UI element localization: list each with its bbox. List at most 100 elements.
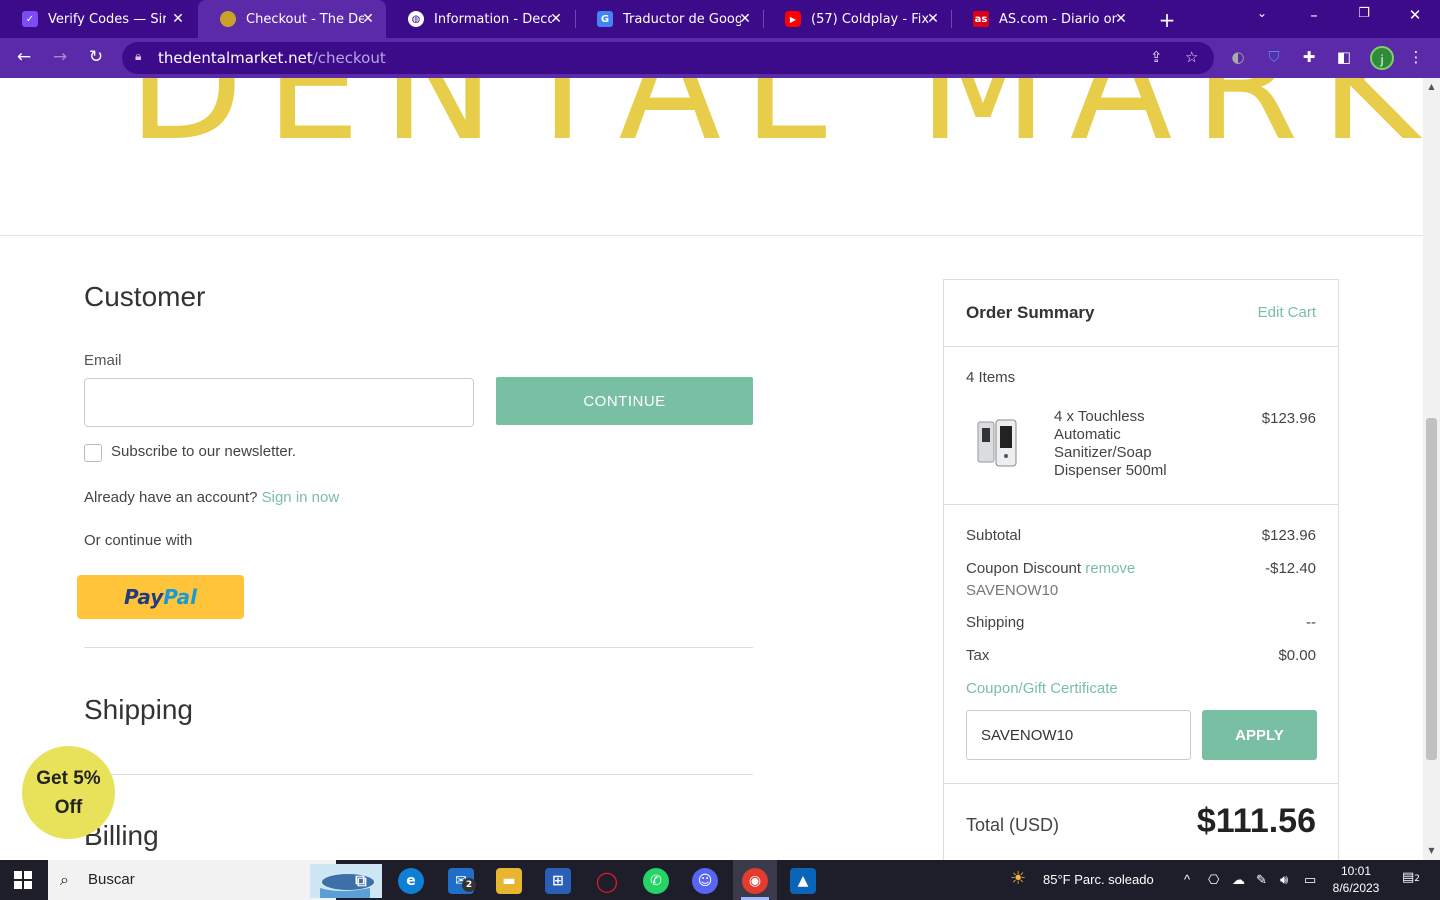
- weather-sun-icon[interactable]: ☀: [1010, 868, 1026, 889]
- promo-badge[interactable]: Get 5% Off: [22, 746, 115, 839]
- items-count: 4 Items: [966, 369, 1016, 386]
- tab-title: AS.com - Diario online: [999, 11, 1117, 27]
- onedrive-cloud-icon[interactable]: ☁: [1232, 872, 1245, 888]
- scroll-up-arrow-icon[interactable]: ▲: [1426, 82, 1437, 91]
- task-view-icon[interactable]: ⧉: [348, 868, 374, 894]
- close-icon[interactable]: ✕: [170, 11, 186, 27]
- google-translate-icon: G: [597, 11, 613, 27]
- tax-value: $0.00: [1278, 647, 1316, 664]
- notifications-icon[interactable]: ▤2: [1402, 870, 1420, 888]
- scroll-down-arrow-icon[interactable]: ▼: [1426, 846, 1437, 855]
- dental-market-favicon: [220, 11, 236, 27]
- order-summary: Order Summary Edit Cart 4 Items 4 x Touc…: [943, 279, 1339, 860]
- menu-kebab-icon[interactable]: ⋮: [1406, 48, 1426, 68]
- shipping-value: --: [1306, 614, 1316, 631]
- section-divider: [84, 647, 753, 648]
- windows-taskbar: ⌕ Buscar ⧉ e ✉ 2 ▬ ⊞ ◯ ✆ ☺ ◉ ▲ ☀ 85°F Pa…: [0, 860, 1440, 900]
- address-bar[interactable]: 🔒︎ thedentalmarket.net/checkout ⇪ ☆: [122, 42, 1214, 74]
- page-scrollbar[interactable]: ▲ ▼: [1423, 78, 1440, 860]
- photos-app-icon[interactable]: ▲: [790, 868, 816, 894]
- shield-extension-icon[interactable]: ⛉: [1264, 48, 1284, 68]
- item-name: 4 x Touchless Automatic Sanitizer/Soap D…: [1054, 408, 1167, 479]
- clock-time: 10:01: [1340, 864, 1372, 878]
- opera-browser-icon[interactable]: ◯: [594, 868, 620, 894]
- edge-browser-icon[interactable]: e: [398, 868, 424, 894]
- back-arrow-icon[interactable]: ←: [13, 47, 35, 67]
- forward-arrow-icon[interactable]: →: [49, 47, 71, 67]
- close-window-icon[interactable]: ✕: [1405, 6, 1425, 24]
- reload-icon[interactable]: ↻: [85, 47, 107, 67]
- coupon-gift-certificate-link[interactable]: Coupon/Gift Certificate: [966, 680, 1118, 697]
- url-text[interactable]: thedentalmarket.net/checkout: [158, 49, 386, 67]
- subtotal-value: $123.96: [1261, 527, 1316, 544]
- tab-youtube[interactable]: ▶ (57) Coldplay - Fix You ✕: [763, 0, 951, 38]
- item-price: $123.96: [1261, 410, 1316, 427]
- tray-device-icon[interactable]: ⎔: [1208, 872, 1219, 888]
- total-label: Total (USD): [966, 815, 1060, 835]
- search-placeholder: Buscar: [88, 871, 135, 888]
- microsoft-store-icon[interactable]: ⊞: [545, 868, 571, 894]
- customer-title: Customer: [84, 281, 206, 312]
- file-explorer-icon[interactable]: ▬: [496, 868, 522, 894]
- whatsapp-icon[interactable]: ✆: [643, 868, 669, 894]
- network-icon[interactable]: ▭: [1304, 872, 1316, 888]
- system-clock[interactable]: 10:01 8/6/2023: [1328, 863, 1384, 897]
- share-icon[interactable]: ⇪: [1150, 48, 1163, 66]
- bookmark-star-icon[interactable]: ☆: [1185, 48, 1198, 66]
- as-com-icon: as: [973, 11, 989, 27]
- promo-line-2: Off: [54, 797, 83, 818]
- discord-icon[interactable]: ☺: [692, 868, 718, 894]
- continue-button[interactable]: CONTINUE: [496, 377, 753, 425]
- minimize-icon[interactable]: –: [1304, 6, 1324, 24]
- clock-date: 8/6/2023: [1332, 881, 1380, 895]
- windows-start-icon[interactable]: [14, 871, 32, 889]
- extensions-puzzle-icon[interactable]: ✚: [1299, 48, 1319, 68]
- restore-icon[interactable]: ❐: [1354, 6, 1374, 21]
- shipping-label: Shipping: [966, 614, 1025, 631]
- close-icon[interactable]: ✕: [548, 11, 564, 27]
- discount-label-text: Coupon Discount: [966, 560, 1082, 577]
- lock-icon[interactable]: 🔒︎: [135, 49, 141, 64]
- remove-coupon-link[interactable]: remove: [1085, 560, 1135, 577]
- site-logo[interactable]: DENTAL MARKET: [128, 78, 1440, 174]
- apply-coupon-button[interactable]: APPLY: [1202, 710, 1317, 760]
- newsletter-label[interactable]: Subscribe to our newsletter.: [111, 443, 296, 460]
- scrollbar-thumb[interactable]: [1426, 418, 1437, 760]
- tab-as-com[interactable]: as AS.com - Diario online ✕: [951, 0, 1139, 38]
- tab-checkout[interactable]: Checkout - The Dental Market ✕: [198, 0, 386, 38]
- coupon-discount-label: Coupon Discount remove: [966, 560, 1135, 577]
- close-icon[interactable]: ✕: [737, 11, 753, 27]
- new-tab-button[interactable]: +: [1156, 8, 1178, 32]
- volume-icon[interactable]: 🔊︎: [1280, 872, 1288, 888]
- newsletter-checkbox[interactable]: [84, 444, 102, 462]
- tab-google-translate[interactable]: G Traductor de Google ✕: [575, 0, 763, 38]
- tab-verify-codes[interactable]: ✓ Verify Codes — SimplyCodes ✕: [0, 0, 196, 38]
- extension-orb-icon[interactable]: ◐: [1228, 48, 1248, 68]
- chrome-browser-icon[interactable]: ◉: [742, 868, 768, 894]
- edit-cart-link[interactable]: Edit Cart: [1258, 304, 1316, 321]
- coupon-input[interactable]: [966, 710, 1191, 760]
- total-value: $111.56: [1196, 802, 1316, 840]
- close-icon[interactable]: ✕: [1113, 11, 1129, 27]
- close-icon[interactable]: ✕: [925, 11, 941, 27]
- close-icon[interactable]: ✕: [360, 11, 376, 27]
- url-path: /checkout: [312, 49, 386, 67]
- email-input[interactable]: [84, 378, 474, 427]
- sign-in-link[interactable]: Sign in now: [262, 489, 340, 506]
- tab-search-chevron-icon[interactable]: ⌄: [1252, 6, 1272, 20]
- taskbar-search-box[interactable]: ⌕ Buscar: [48, 860, 382, 900]
- url-host: thedentalmarket.net: [158, 49, 313, 67]
- tray-chevron-icon[interactable]: ^: [1184, 872, 1190, 887]
- tab-title: Checkout - The Dental Market: [246, 11, 364, 27]
- tab-information[interactable]: ◍ Information - Decorvibe ✕: [386, 0, 574, 38]
- weather-text[interactable]: 85°F Parc. soleado: [1043, 872, 1154, 887]
- youtube-icon: ▶: [785, 11, 801, 27]
- side-panel-icon[interactable]: ◧: [1334, 48, 1354, 68]
- paypal-button[interactable]: PayPal: [77, 575, 244, 619]
- site-header: DENTAL MARKET: [0, 78, 1440, 236]
- pen-icon[interactable]: ✎: [1256, 872, 1267, 888]
- summary-divider: [944, 346, 1338, 347]
- summary-divider: [944, 504, 1338, 505]
- browser-toolbar: ← → ↻ 🔒︎ thedentalmarket.net/checkout ⇪ …: [0, 38, 1440, 78]
- profile-avatar[interactable]: j: [1370, 46, 1394, 70]
